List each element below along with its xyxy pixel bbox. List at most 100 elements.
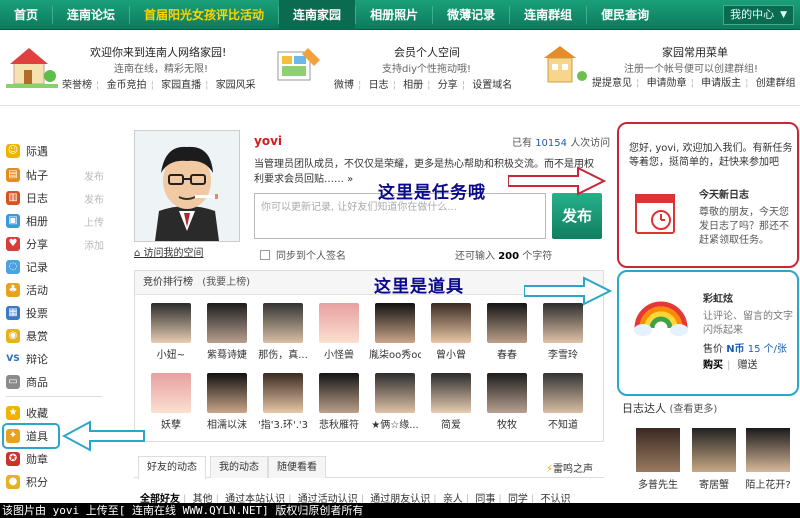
member-box: 会员个人空间 支持diy个性拖动哦! 微博 ¦ 日志 ¦ 相册 ¦ 分享 ¦ 设置域名: [272, 36, 530, 102]
ranking-user[interactable]: 牧牧: [481, 373, 533, 431]
join-ranking-link[interactable]: (我要上榜): [202, 277, 250, 288]
sidebar-item-album[interactable]: ▣ 相册 上传: [6, 210, 104, 232]
link-apply-moderator[interactable]: 申请版主: [701, 78, 741, 89]
tool-description: 让评论、留言的文字闪烁起来: [703, 311, 793, 336]
nav-microblog[interactable]: 微薄记录: [433, 0, 509, 30]
link-domain[interactable]: 设置域名: [472, 80, 512, 91]
sidebar-action[interactable]: 添加: [84, 237, 104, 252]
price-currency: N币: [726, 344, 745, 355]
post-button[interactable]: 发布: [552, 193, 602, 239]
ranking-user[interactable]: ★俩☆缘...: [369, 373, 421, 431]
nav-home[interactable]: 首页: [0, 0, 52, 30]
sidebar-item-encounter[interactable]: ☺ 际遇: [6, 140, 104, 162]
sidebar-action[interactable]: 发布: [84, 168, 104, 183]
sidebar-action[interactable]: 发布: [84, 191, 104, 206]
sidebar-item-goods[interactable]: ▭ 商品: [6, 371, 104, 393]
gift-button[interactable]: 赠送: [738, 360, 758, 371]
username[interactable]: yovi: [254, 134, 282, 148]
link-weibo[interactable]: 微博: [334, 80, 354, 91]
ranking-user-name: 李雪玲: [548, 350, 578, 361]
link-create-group[interactable]: 创建群组: [756, 78, 796, 89]
buy-button[interactable]: 购买: [703, 360, 723, 371]
link-album[interactable]: 相册: [403, 80, 423, 91]
ranking-user[interactable]: 悲秋雁符: [313, 373, 365, 431]
diary-stars-title: 日志达人: [622, 402, 666, 415]
diary-star-name: 寄居蟹: [699, 480, 729, 491]
sidebar-item-debate[interactable]: VS 辩论: [6, 348, 104, 370]
link-live[interactable]: 家园直播: [161, 80, 201, 91]
ranking-user[interactable]: 紫蓦诗婕: [201, 303, 253, 361]
tab-random[interactable]: 随便看看: [268, 456, 326, 478]
task-title[interactable]: 今天新日志: [699, 186, 749, 201]
diary-star-item[interactable]: 多普先生: [630, 428, 686, 491]
thunder-voice-link[interactable]: ⚡雷鸣之声: [546, 460, 593, 475]
menu-title: 家园常用菜单: [662, 46, 728, 59]
sidebar-item-diary[interactable]: ▥ 日志 发布: [6, 187, 104, 209]
diary-star-item[interactable]: 陌上花开?: [740, 428, 796, 491]
nav-divider: [52, 5, 54, 24]
sidebar-item-label: 分享: [26, 238, 48, 251]
nav-forum[interactable]: 连南论坛: [53, 0, 129, 30]
ranking-user[interactable]: 不知道: [537, 373, 589, 431]
link-diary[interactable]: 日志: [369, 80, 389, 91]
visit-space-link[interactable]: ⌂ 访问我的空间: [134, 244, 204, 259]
sidebar-item-vote[interactable]: ▦ 投票: [6, 302, 104, 324]
avatar[interactable]: [134, 130, 240, 242]
tab-friends-feed[interactable]: 好友的动态: [138, 456, 206, 479]
sidebar-item-label: 日志: [26, 192, 48, 205]
ranking-user[interactable]: 简爱: [425, 373, 477, 431]
ranking-user-name: 妖孽: [161, 420, 181, 431]
sync-checkbox[interactable]: [260, 249, 270, 260]
visits-suffix: 人次访问: [570, 138, 611, 149]
house-icon: ⌂: [134, 248, 144, 259]
sidebar-item-label: 收藏: [26, 407, 48, 420]
menu-shelf-icon: [544, 46, 587, 83]
ranking-user[interactable]: 小怪兽: [313, 303, 365, 361]
sidebar-item-record[interactable]: ◌ 记录: [6, 256, 104, 278]
nav-sunshine-girl[interactable]: 首届阳光女孩评比活动: [130, 0, 278, 30]
nav-groups[interactable]: 连南群组: [510, 0, 586, 30]
diary-star-item[interactable]: 寄居蟹: [686, 428, 742, 491]
sidebar-item-label: 勋章: [26, 453, 48, 466]
task-intro: 您好, yovi, 欢迎加入我们。有新任务等着您，挺简单的，赶快来参加吧: [629, 143, 793, 168]
ranking-user[interactable]: 小妞~: [145, 303, 197, 361]
sidebar-item-share[interactable]: ♥ 分享 添加: [6, 233, 104, 255]
link-auction[interactable]: 金币竞拍: [107, 80, 147, 91]
sidebar-item-label: 记录: [26, 261, 48, 274]
nav-home-community[interactable]: 连南家园: [279, 0, 356, 30]
ranking-user[interactable]: 春春: [481, 303, 533, 361]
sidebar-action[interactable]: 上传: [84, 214, 104, 229]
speech-icon: ◌: [6, 260, 20, 274]
sync-label: 同步到个人签名: [276, 251, 346, 262]
visit-space-label: 访问我的空间: [143, 248, 204, 259]
sidebar-item-points[interactable]: ● 积分: [6, 471, 104, 493]
user-photo: [263, 303, 303, 343]
ranking-user[interactable]: 妖孽: [145, 373, 197, 431]
link-share[interactable]: 分享: [438, 80, 458, 91]
sidebar-item-activity[interactable]: ♣ 活动: [6, 279, 104, 301]
ranking-user[interactable]: 曾小曾: [425, 303, 477, 361]
tab-my-feed[interactable]: 我的动态: [210, 456, 268, 478]
link-honor[interactable]: 荣誉榜: [62, 80, 92, 91]
diy-paint-icon: [277, 48, 320, 81]
view-more-link[interactable]: (查看更多): [670, 404, 718, 415]
ranking-user[interactable]: 李雪玲: [537, 303, 589, 361]
ranking-user[interactable]: 那伤，真...: [257, 303, 309, 361]
sync-signature[interactable]: 同步到个人签名: [260, 247, 346, 262]
ranking-user[interactable]: 胤柒oo秀oo: [369, 303, 421, 361]
ranking-user[interactable]: '指'3.环'.'3: [257, 373, 309, 431]
sidebar-item-reward[interactable]: ◉ 悬赏: [6, 325, 104, 347]
ranking-user-name: 悲秋雁符: [319, 420, 359, 431]
ranking-user[interactable]: 相濡以沫: [201, 373, 253, 431]
annotation-tool: 这里是道具: [374, 277, 464, 297]
nav-photos[interactable]: 相册照片: [356, 0, 432, 30]
link-feedback[interactable]: 提提意见: [592, 78, 632, 89]
ranking-user-name: 简爱: [441, 420, 461, 431]
link-style[interactable]: 家园风采: [216, 80, 256, 91]
user-photo: [151, 373, 191, 413]
feed-tabs: 好友的动态 我的动态 随便看看: [134, 456, 604, 479]
nav-services[interactable]: 便民查询: [587, 0, 663, 30]
sidebar-item-posts[interactable]: ▤ 帖子 发布: [6, 164, 104, 186]
link-apply-medal[interactable]: 申请勋章: [647, 78, 687, 89]
my-center-dropdown[interactable]: 我的中心 ▼: [723, 4, 794, 25]
